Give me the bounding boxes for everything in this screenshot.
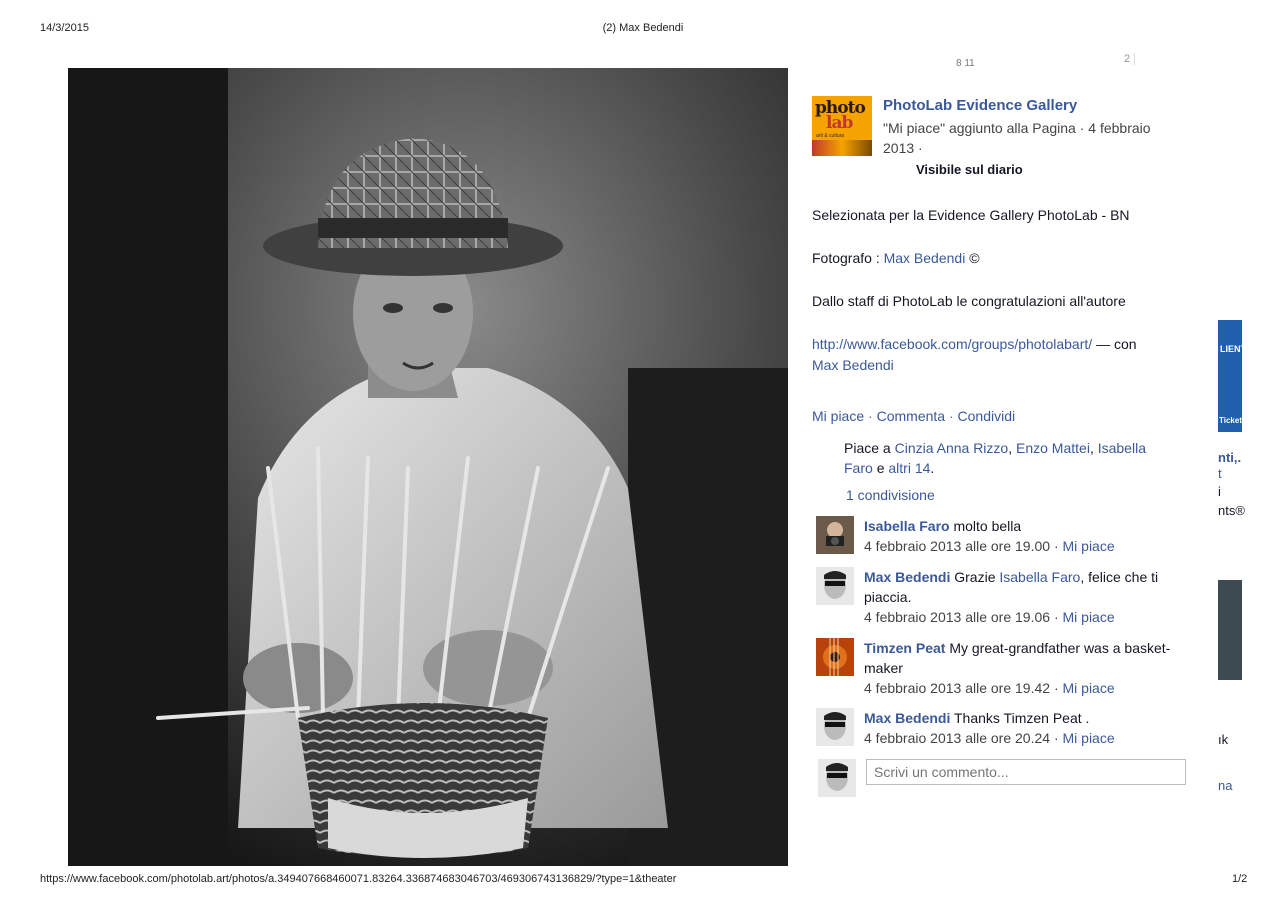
photographer-prefix: Fotografo :	[812, 250, 880, 266]
photolab-logo[interactable]: photo lab arti & cultura	[812, 96, 872, 156]
likes-prefix: Piace a	[844, 440, 891, 456]
comment-separator: ·	[1053, 538, 1059, 554]
post-actions: Mi piace · Commenta · Condividi	[812, 408, 1015, 424]
like-button[interactable]: Mi piace	[812, 408, 864, 424]
sidebar-ad-image[interactable]: LIENTI Ticket	[1218, 320, 1249, 432]
photo-image[interactable]	[68, 68, 788, 866]
likes-and: e	[876, 460, 885, 476]
comment-separator: ·	[1053, 609, 1059, 625]
sidebar-fragment: i	[1218, 484, 1221, 499]
visibility-label: Visibile sul diario	[916, 162, 1023, 177]
comment-time[interactable]: 4 febbraio 2013 alle ore 19.00	[864, 538, 1050, 554]
share-button[interactable]: Condividi	[958, 408, 1016, 424]
comment-input[interactable]	[866, 759, 1186, 785]
sidebar-fragment: ık	[1218, 732, 1229, 747]
comment-body: Timzen Peat My great-grandfather was a b…	[864, 638, 1174, 698]
comment-author-link[interactable]: Max Bedendi	[864, 710, 950, 726]
print-title: (2) Max Bedendi	[602, 22, 684, 34]
comment-time[interactable]: 4 febbraio 2013 alle ore 19.42	[864, 680, 1050, 696]
comment-author-link[interactable]: Max Bedendi	[864, 569, 950, 585]
page-name-link[interactable]: PhotoLab Evidence Gallery	[883, 97, 1077, 114]
comment-separator: ·	[1053, 730, 1059, 746]
mention-link[interactable]: Isabella Faro	[999, 569, 1080, 585]
sidebar-ad-image-2[interactable]	[1218, 580, 1242, 680]
post-text-line3: Dallo staff di PhotoLab le congratulazio…	[812, 293, 1126, 309]
sidebar-fragment: LIENTI	[1220, 344, 1249, 354]
print-url: https://www.facebook.com/photolab.art/ph…	[40, 873, 677, 885]
post-text-line1: Selezionata per la Evidence Gallery Phot…	[812, 207, 1130, 223]
comment-text: Thanks Timzen Peat .	[954, 710, 1090, 726]
likes-end: .	[930, 460, 935, 476]
comment-body: Isabella Faro molto bella 4 febbraio 201…	[864, 516, 1174, 556]
comment-body: Max Bedendi Grazie Isabella Faro, felice…	[864, 567, 1174, 627]
tagged-user-link[interactable]: Max Bedendi	[812, 357, 894, 373]
sidebar-fragment: Ticket	[1219, 416, 1242, 425]
comment-text: molto bella	[953, 518, 1022, 534]
man-glasses-avatar[interactable]	[816, 708, 854, 746]
photographer-link[interactable]: Max Bedendi	[884, 250, 966, 266]
shares-link[interactable]: 1 condivisione	[846, 487, 935, 503]
comment-like-button[interactable]: Mi piace	[1063, 609, 1115, 625]
woman-camera-avatar[interactable]	[816, 516, 854, 554]
post-text-photographer: Fotografo : Max Bedendi ©	[812, 248, 980, 269]
copyright-symbol: ©	[969, 250, 980, 266]
post-text-group: http://www.facebook.com/groups/photolaba…	[812, 334, 1182, 376]
guitar-avatar[interactable]	[816, 638, 854, 676]
top-counter: 8 11	[956, 58, 975, 69]
comment-like-button[interactable]: Mi piace	[1063, 730, 1115, 746]
comment-author-link[interactable]: Timzen Peat	[864, 640, 945, 656]
likes-others-link[interactable]: altri 14	[888, 460, 930, 476]
comment-body: Max Bedendi Thanks Timzen Peat . 4 febbr…	[864, 708, 1174, 748]
comment-separator: ·	[1053, 680, 1059, 696]
sidebar-fragment[interactable]: t	[1218, 466, 1222, 481]
sidebar-fragment[interactable]: nti,.	[1218, 450, 1241, 465]
comment-like-button[interactable]: Mi piace	[1063, 538, 1115, 554]
with-text: — con	[1096, 336, 1137, 352]
group-link[interactable]: http://www.facebook.com/groups/photolaba…	[812, 336, 1092, 352]
comment-time[interactable]: 4 febbraio 2013 alle ore 19.06	[864, 609, 1050, 625]
liker-link[interactable]: Enzo Mattei	[1016, 440, 1090, 456]
top-counter-right: 2	[1124, 53, 1136, 65]
comment-author-link[interactable]: Isabella Faro	[864, 518, 950, 534]
sidebar-fragment[interactable]: na	[1218, 778, 1232, 793]
action-separator: ·	[948, 408, 954, 424]
comment-time[interactable]: 4 febbraio 2013 alle ore 20.24	[864, 730, 1050, 746]
sidebar-fragment: nts®	[1218, 503, 1245, 518]
liker-link[interactable]: Cinzia Anna Rizzo	[895, 440, 1009, 456]
comment-button[interactable]: Commenta	[877, 408, 945, 424]
logo-text-tagline: arti & cultura	[816, 133, 845, 139]
logo-text-lab: lab	[826, 113, 853, 133]
action-separator: ·	[868, 408, 873, 424]
comment-text: Grazie	[954, 569, 996, 585]
logo-band	[812, 140, 872, 156]
post-meta: "Mi piace" aggiunto alla Pagina · 4 febb…	[883, 120, 1151, 156]
user-avatar	[818, 759, 856, 797]
man-glasses-avatar[interactable]	[816, 567, 854, 605]
print-page-number: 1/2	[1232, 873, 1248, 885]
likes-summary: Piace a Cinzia Anna Rizzo, Enzo Mattei, …	[844, 440, 1146, 476]
comment-like-button[interactable]: Mi piace	[1063, 680, 1115, 696]
